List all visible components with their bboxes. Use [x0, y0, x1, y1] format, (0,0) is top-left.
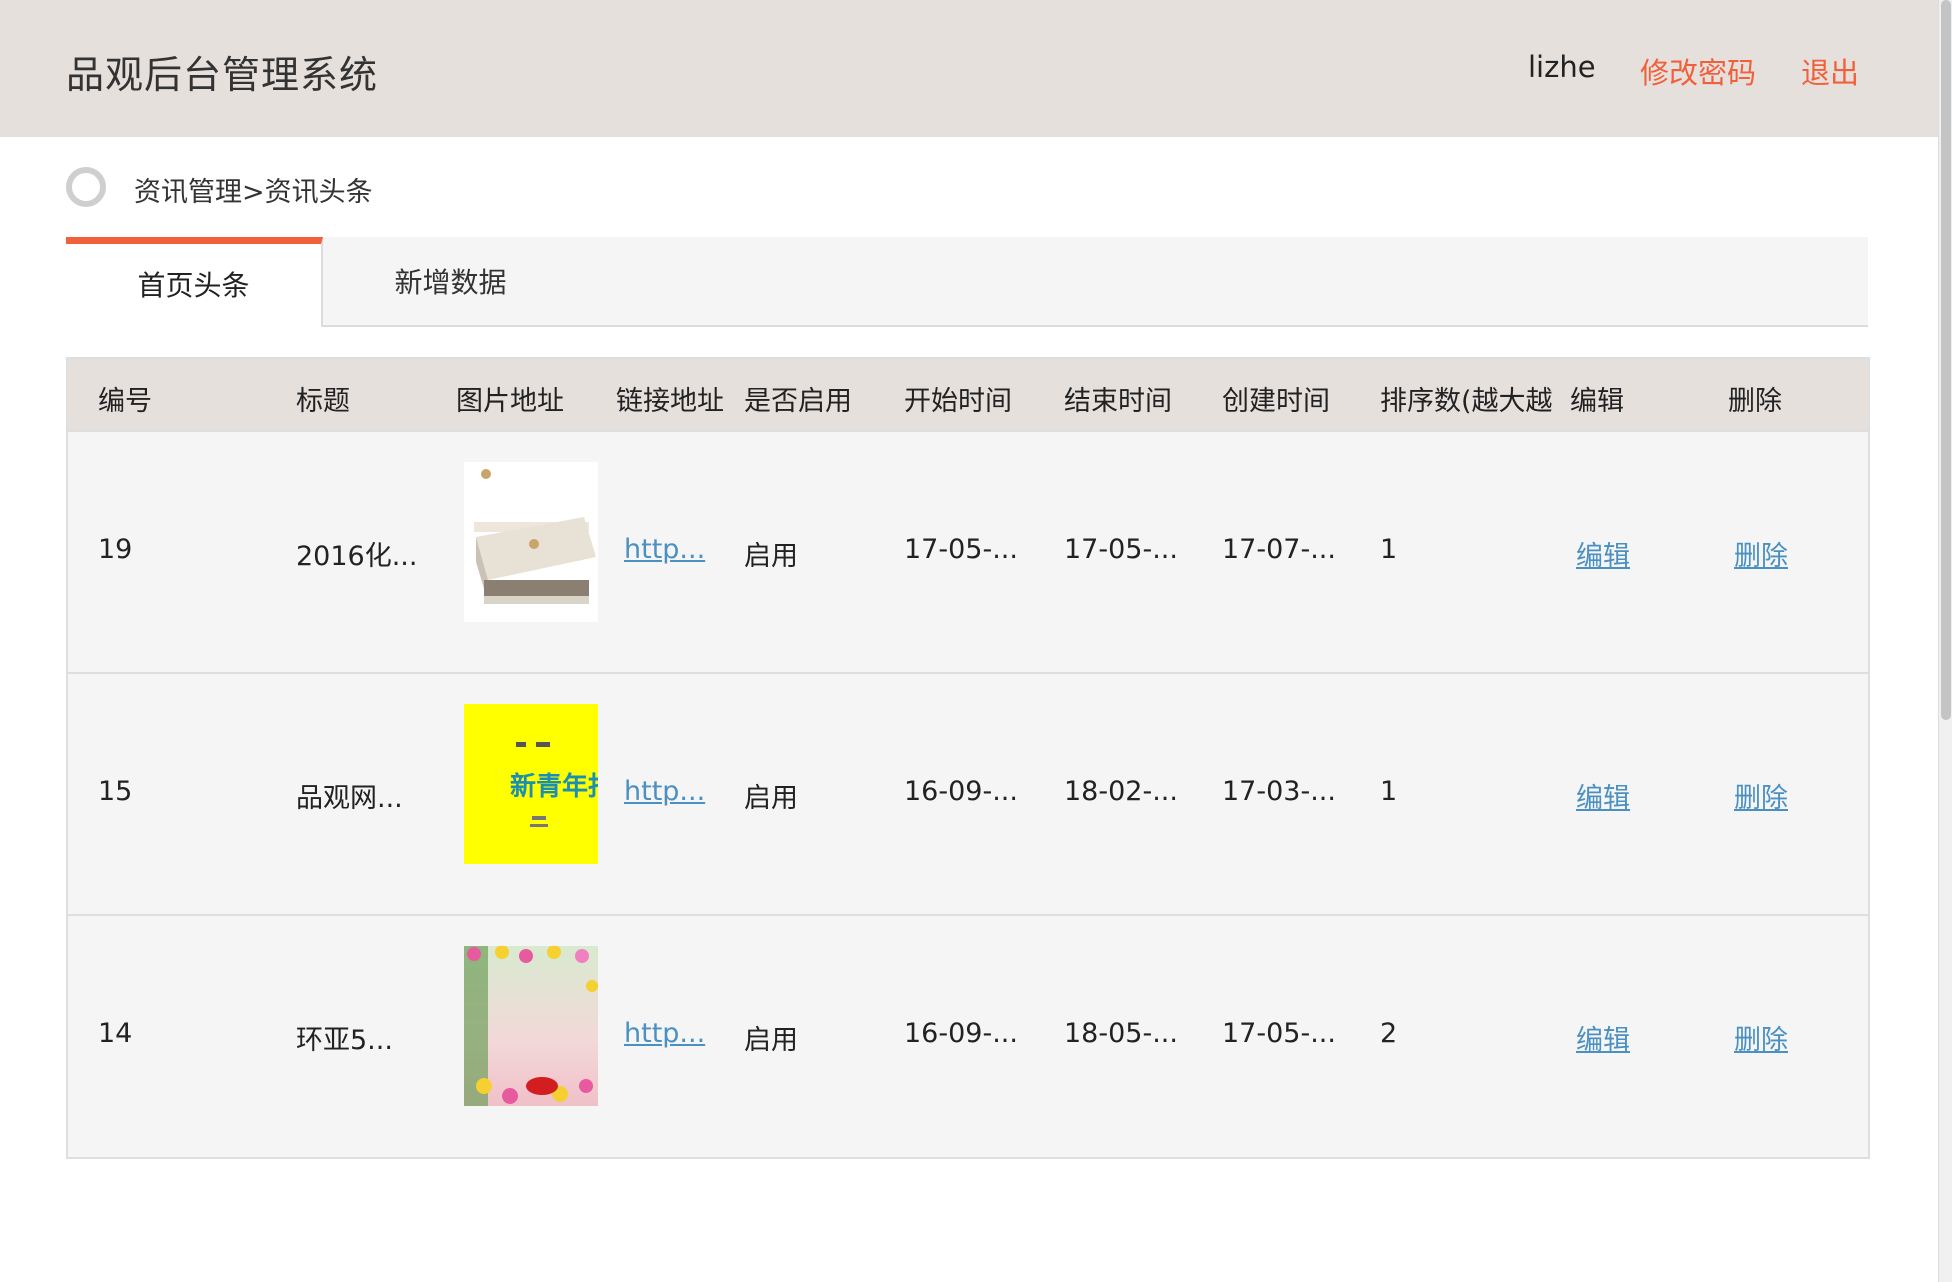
current-user: lizhe — [1528, 50, 1596, 84]
cell-enabled: 启用 — [744, 783, 798, 814]
col-created-time: 创建时间 — [1222, 386, 1330, 417]
flower-frame-image — [464, 946, 598, 1106]
main-area: 品观后台管理系统 lizhe 修改密码 退出 资讯管理>资讯头条 首页头条 新增… — [0, 0, 1938, 1282]
cell-title: 品观网... — [296, 783, 403, 814]
cell-created-time: 17-03-... — [1222, 776, 1336, 807]
product-box-image — [464, 462, 598, 622]
delete-link[interactable]: 删除 — [1734, 534, 1788, 573]
poster-text: 新青年报 — [510, 772, 598, 802]
col-end-time: 结束时间 — [1064, 386, 1172, 417]
cell-link[interactable]: http... — [624, 1018, 705, 1049]
cell-end-time: 18-05-... — [1064, 1018, 1178, 1049]
edit-link[interactable]: 编辑 — [1576, 534, 1630, 573]
change-password-link[interactable]: 修改密码 — [1640, 50, 1756, 92]
yellow-poster-image: 新青年报 — [464, 704, 598, 864]
col-start-time: 开始时间 — [904, 386, 1012, 417]
cell-end-time: 18-02-... — [1064, 776, 1178, 807]
cell-sort: 1 — [1380, 534, 1398, 565]
col-sort: 排序数(越大越 — [1380, 386, 1553, 417]
tab-add-data[interactable]: 新增数据 — [323, 237, 578, 325]
cell-link[interactable]: http... — [624, 776, 705, 807]
cell-start-time: 16-09-... — [904, 1018, 1018, 1049]
tab-homepage-headlines[interactable]: 首页头条 — [66, 237, 323, 327]
top-header: 品观后台管理系统 lizhe 修改密码 退出 — [0, 0, 1938, 137]
cell-created-time: 17-07-... — [1222, 534, 1336, 565]
cell-sort: 1 — [1380, 776, 1398, 807]
cell-link[interactable]: http... — [624, 534, 705, 565]
logout-link[interactable]: 退出 — [1801, 50, 1859, 92]
col-enabled: 是否启用 — [744, 386, 852, 417]
table-header: 编号 标题 图片地址 链接地址 是否启用 开始时间 结束时间 创建时间 排序数(… — [68, 359, 1868, 432]
tab-bar: 首页头条 新增数据 — [66, 237, 1868, 327]
app-title: 品观后台管理系统 — [66, 53, 379, 97]
cell-enabled: 启用 — [744, 541, 798, 572]
cell-id: 19 — [98, 534, 133, 565]
col-edit: 编辑 — [1570, 386, 1624, 417]
col-link-url: 链接地址 — [616, 386, 724, 417]
edit-link[interactable]: 编辑 — [1576, 776, 1630, 815]
cell-enabled: 启用 — [744, 1025, 798, 1056]
cell-id: 14 — [98, 1018, 133, 1049]
table-row: 19 2016化... http... 启用 17-05-... 17-05-.… — [68, 432, 1868, 674]
cell-start-time: 17-05-... — [904, 534, 1018, 565]
cell-end-time: 17-05-... — [1064, 534, 1178, 565]
col-delete: 删除 — [1728, 386, 1782, 417]
delete-link[interactable]: 删除 — [1734, 776, 1788, 815]
cell-start-time: 16-09-... — [904, 776, 1018, 807]
cell-sort: 2 — [1380, 1018, 1398, 1049]
breadcrumb: 资讯管理>资讯头条 — [134, 177, 373, 208]
headlines-table: 编号 标题 图片地址 链接地址 是否启用 开始时间 结束时间 创建时间 排序数(… — [66, 357, 1870, 1159]
table-row: 14 环亚5... http... 启用 16-09-... 18-05-...… — [68, 916, 1868, 1156]
edit-link[interactable]: 编辑 — [1576, 1018, 1630, 1057]
delete-link[interactable]: 删除 — [1734, 1018, 1788, 1057]
cell-created-time: 17-05-... — [1222, 1018, 1336, 1049]
vertical-scrollbar[interactable] — [1938, 0, 1952, 1282]
cell-title: 环亚5... — [296, 1025, 393, 1056]
col-title: 标题 — [296, 386, 350, 417]
scrollbar-thumb[interactable] — [1941, 0, 1951, 720]
col-id: 编号 — [98, 386, 152, 417]
circle-icon — [66, 167, 106, 207]
cell-id: 15 — [98, 776, 133, 807]
table-row: 15 品观网... 新青年报 http... 启用 16-09-... 18-0… — [68, 674, 1868, 916]
col-image-url: 图片地址 — [456, 386, 564, 417]
cell-title: 2016化... — [296, 541, 418, 572]
